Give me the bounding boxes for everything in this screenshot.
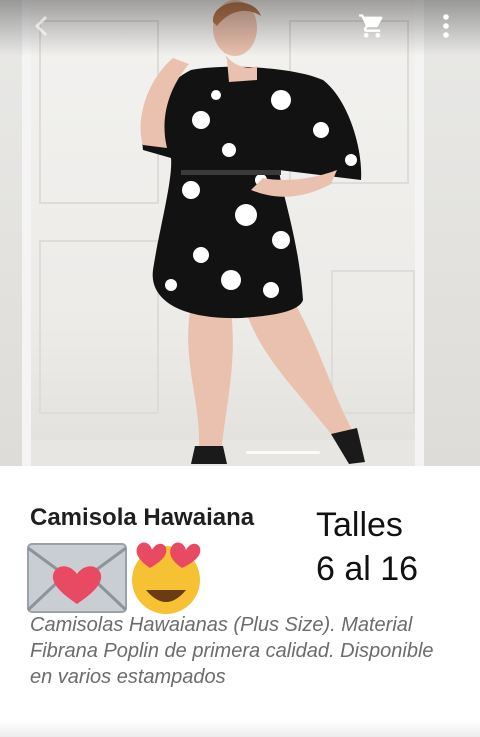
image-gallery[interactable] (0, 0, 480, 466)
heart-eyes-icon (124, 538, 206, 623)
love-letter-icon (26, 542, 128, 619)
scroll-fade (0, 721, 480, 737)
sizes-line-1: Talles (316, 506, 403, 544)
gallery-page-indicator (246, 451, 320, 454)
cart-icon (358, 12, 386, 45)
top-toolbar (0, 0, 480, 56)
more-vertical-icon (442, 13, 450, 44)
next-product-image[interactable] (424, 0, 480, 466)
product-description: Camisolas Hawaianas (Plus Size). Materia… (30, 614, 434, 688)
previous-product-image[interactable] (0, 0, 22, 466)
product-info: Camisola Hawaiana Talles 6 al 16 Camisol… (0, 466, 480, 737)
sizes-line-2: 6 al 16 (316, 550, 419, 588)
product-title: Camisola Hawaiana (30, 504, 255, 531)
product-image[interactable] (31, 0, 415, 466)
cart-button[interactable] (354, 10, 390, 46)
more-options-button[interactable] (428, 10, 464, 46)
sizes-label: Talles 6 al 16 (316, 503, 418, 591)
back-button[interactable] (24, 10, 60, 46)
chevron-left-icon (32, 14, 52, 43)
emoji-row (26, 538, 206, 618)
model-figure (140, 0, 365, 464)
